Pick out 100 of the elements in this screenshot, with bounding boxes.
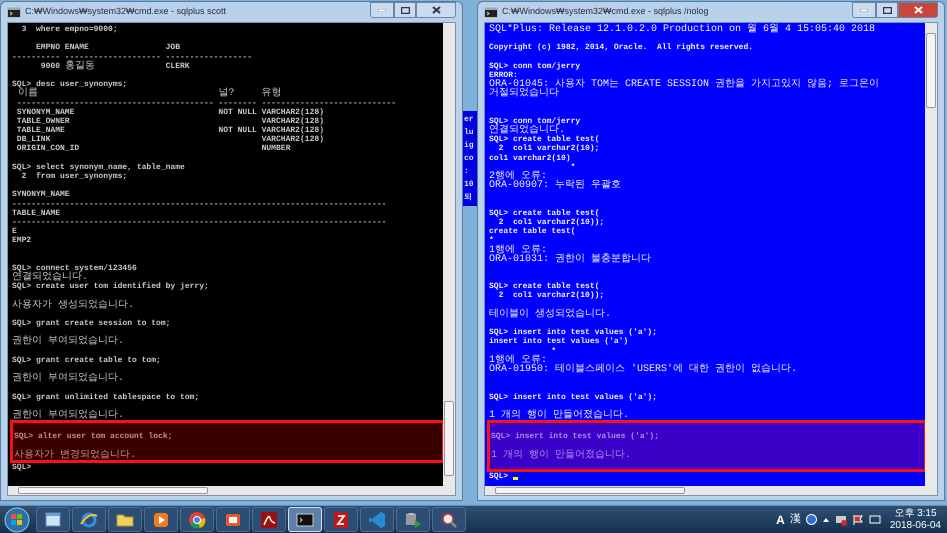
console-line: SQL> insert into test values ('a');: [491, 432, 660, 442]
text-fragment: ig: [464, 140, 474, 152]
console-line: SQL> grant create session to tom;: [12, 319, 170, 328]
console-line: 2행에 오류:: [489, 172, 548, 182]
console-line: 연결되었습니다.: [12, 273, 88, 282]
vertical-scrollbar[interactable]: [925, 23, 937, 486]
console-line: insert into test values ('a'): [489, 337, 628, 347]
console-line: 1 개의 행이 만들어졌습니다.: [489, 410, 630, 420]
window-title: C:₩Windows₩system32₩cmd.exe - sqlplus scott: [25, 5, 226, 18]
vertical-scrollbar[interactable]: [443, 23, 455, 486]
console-line: ORA-00907: 누락된 우괄호: [489, 181, 622, 190]
help-icon[interactable]: [806, 514, 817, 525]
text-fragment: :: [464, 166, 469, 178]
close-icon: [432, 6, 440, 14]
text-fragment: lu: [464, 127, 474, 139]
console-line: create table test(: [489, 227, 576, 236]
table-cell: NOT NULL: [218, 108, 257, 117]
minimize-button[interactable]: [370, 2, 394, 18]
console-line: *: [570, 162, 576, 172]
monitor-icon[interactable]: [868, 514, 881, 526]
up-arrow-icon[interactable]: [822, 516, 830, 524]
close-button[interactable]: [416, 2, 456, 18]
network-icon[interactable]: [834, 514, 847, 526]
flag-icon[interactable]: [852, 514, 864, 526]
table-cell-text: 이름: [18, 88, 38, 100]
console-line: SQL> select synonym_name, table_name: [12, 162, 185, 172]
table-cell: VARCHAR2(128): [262, 116, 324, 126]
console-line: SQL> create table test(: [489, 282, 600, 292]
table-cell: NOT NULL: [218, 126, 257, 136]
taskbar-button[interactable]: [216, 507, 250, 532]
console-line: ORA-01031: 권한이 불충분합니다: [489, 254, 652, 264]
taskbar-button[interactable]: [144, 507, 178, 532]
table-cell: JOB: [166, 43, 180, 52]
scroll-thumb[interactable]: [495, 487, 685, 494]
scroll-thumb[interactable]: [18, 487, 208, 494]
terminal-icon: [7, 6, 21, 18]
console-line: 1행에 오류:: [489, 356, 548, 365]
console-line: *: [489, 236, 494, 246]
maximize-icon: [882, 6, 892, 14]
console-line: SQL> create table test(: [489, 208, 600, 218]
console-line: 권한이 부여되었습니다.: [12, 374, 124, 384]
console-line: E: [12, 227, 17, 236]
text-fragment: 되: [464, 192, 472, 204]
console-line: SQL> create user tom identified by jerry;: [12, 282, 209, 292]
clock-date[interactable]: 2018-06-04: [890, 520, 941, 532]
dash-rule: --------: [218, 98, 257, 108]
table-cell-text: 9000: [40, 62, 60, 71]
console-line: 권한이 부여되었습니다.: [12, 337, 124, 347]
taskbar-button[interactable]: [180, 507, 214, 532]
dash-rule: ----------: [12, 52, 60, 62]
console-line: TABLE_NAME: [12, 208, 60, 218]
horizontal-scrollbar[interactable]: [485, 486, 937, 495]
dash-rule: -----------------------------------------: [16, 98, 214, 108]
minimize-icon: [378, 8, 386, 12]
dash-rule: ------------------: [166, 52, 252, 62]
table-cell: 홍길동: [64, 60, 95, 72]
maximize-button[interactable]: [876, 2, 898, 18]
console-line: ------------------------------------------------------------------------------: [12, 200, 386, 209]
start-orb-icon[interactable]: [4, 506, 30, 532]
window-icon: [43, 510, 63, 530]
console-line: 3 where empno=9000;: [20, 25, 118, 34]
console-line: ERROR:: [489, 70, 518, 80]
table-cell: 널?: [218, 88, 234, 100]
ime-indicator[interactable]: A: [776, 510, 785, 528]
scroll-thumb[interactable]: [444, 401, 454, 476]
console-line: 사용자가 생성되었습니다.: [12, 300, 134, 310]
taskbar-button[interactable]: [432, 507, 466, 532]
hanja-indicator[interactable]: 漢: [790, 511, 801, 528]
table-cell: CLERK: [166, 62, 190, 71]
console-line: 연결되었습니다.: [489, 126, 566, 136]
text-fragment: co: [464, 153, 474, 165]
console-line: SQL> insert into test values ('a');: [489, 392, 658, 402]
table-cell: VARCHAR2(128): [262, 135, 324, 144]
horizontal-scrollbar[interactable]: [8, 486, 455, 495]
table-cell: VARCHAR2(128): [262, 126, 324, 136]
console-line: 권한이 부여되었습니다.: [12, 410, 124, 420]
console-line: *: [550, 346, 556, 356]
taskbar-button[interactable]: [36, 507, 70, 532]
console-line: 거절되었습니다: [489, 89, 559, 98]
minimize-icon: [860, 8, 868, 12]
prompt-text: SQL>: [12, 462, 32, 472]
dash-rule: ----------------------------: [262, 98, 396, 108]
console-line: EMP2: [12, 236, 32, 246]
table-cell-text: TABLE_NAME: [16, 126, 65, 136]
console-line: SQL> grant unlimited tablespace to tom;: [12, 392, 200, 402]
scroll-thumb[interactable]: [926, 33, 936, 108]
text-fragment: 10: [464, 179, 474, 191]
console-line: Copyright (c) 1982, 2014, Oracle. All rights reserved.: [489, 43, 754, 53]
maximize-button[interactable]: [394, 2, 416, 18]
console-line: SQL> create table test(: [489, 135, 600, 144]
close-button[interactable]: [898, 2, 938, 18]
minimize-button[interactable]: [852, 2, 876, 18]
clock-time[interactable]: 오후 3:15: [894, 508, 937, 520]
taskbar-button[interactable]: [324, 507, 358, 532]
table-cell: NUMBER: [262, 144, 290, 154]
console-line: ORA-01950: 테이블스페이스 'USERS'에 대한 권한이 없습니다.: [489, 364, 798, 374]
console-line: 2 col1 varchar2(10);: [498, 144, 600, 154]
taskbar-button[interactable]: [252, 507, 286, 532]
console-line: SQL> grant create table to tom;: [12, 356, 161, 365]
dash-rule: --------------------: [64, 52, 161, 62]
